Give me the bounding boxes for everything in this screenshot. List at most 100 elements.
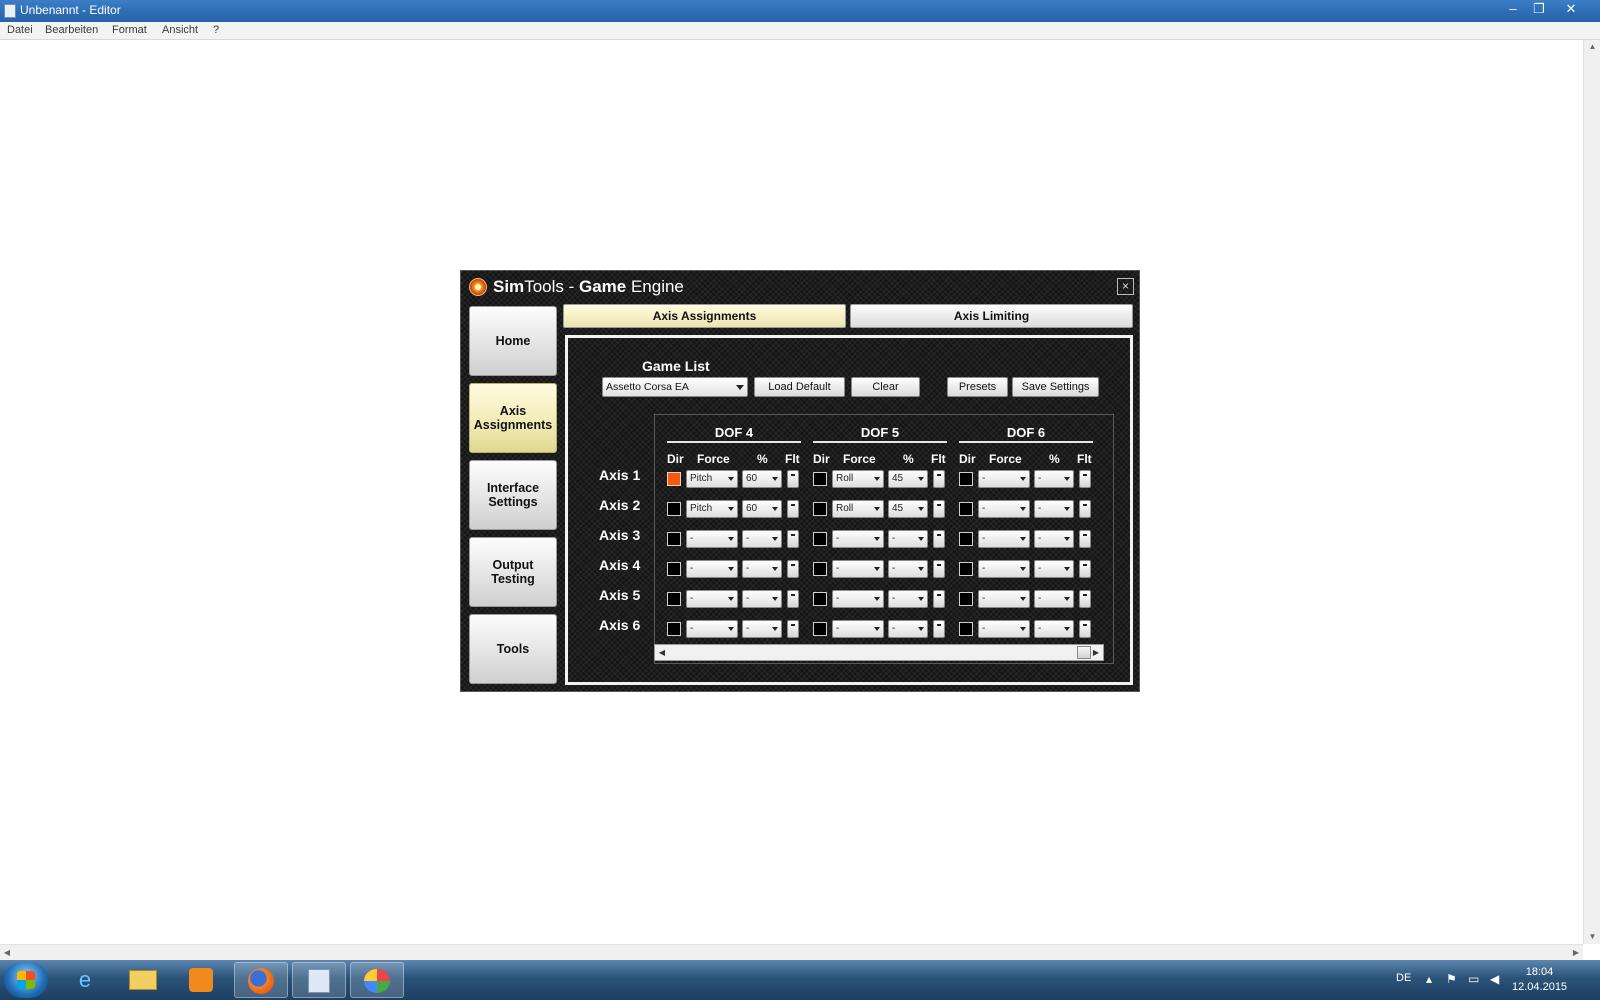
volume-icon[interactable]: ◀ — [1490, 972, 1499, 986]
force-select[interactable]: - — [686, 530, 738, 548]
force-select[interactable]: - — [978, 500, 1030, 518]
dir-checkbox[interactable] — [959, 472, 973, 486]
dir-checkbox[interactable] — [813, 562, 827, 576]
filter-button[interactable] — [933, 500, 945, 518]
percent-select[interactable]: - — [1034, 530, 1074, 548]
dir-checkbox[interactable] — [667, 622, 681, 636]
percent-select[interactable]: - — [742, 620, 782, 638]
force-select[interactable]: - — [978, 470, 1030, 488]
percent-select[interactable]: - — [888, 590, 928, 608]
menu-format[interactable]: Format — [112, 24, 147, 36]
firefox-icon[interactable] — [234, 962, 288, 998]
force-select[interactable]: Roll — [832, 470, 884, 488]
force-select[interactable]: - — [686, 590, 738, 608]
filter-button[interactable] — [787, 500, 799, 518]
tab-axis-assignments[interactable]: Axis Assignments — [563, 304, 846, 328]
simtools-close-button[interactable]: × — [1117, 278, 1134, 295]
dir-checkbox[interactable] — [959, 622, 973, 636]
filter-button[interactable] — [787, 620, 799, 638]
menu-view[interactable]: Ansicht — [162, 24, 198, 36]
percent-select[interactable]: - — [1034, 590, 1074, 608]
system-clock[interactable]: 18:04 12.04.2015 — [1512, 965, 1567, 995]
filter-button[interactable] — [933, 620, 945, 638]
filter-button[interactable] — [1079, 590, 1091, 608]
filter-button[interactable] — [787, 470, 799, 488]
scroll-right-icon[interactable]: ▶ — [1569, 945, 1583, 961]
force-select[interactable]: - — [686, 620, 738, 638]
force-select[interactable]: - — [832, 620, 884, 638]
clear-button[interactable]: Clear — [851, 377, 920, 397]
filter-button[interactable] — [1079, 620, 1091, 638]
paint-icon[interactable] — [350, 962, 404, 998]
action-center-flag-icon[interactable]: ⚑ — [1446, 972, 1457, 986]
dir-checkbox[interactable] — [667, 502, 681, 516]
filter-button[interactable] — [1079, 500, 1091, 518]
percent-select[interactable]: - — [1034, 620, 1074, 638]
save-settings-button[interactable]: Save Settings — [1012, 377, 1099, 397]
percent-select[interactable]: 60 — [742, 470, 782, 488]
force-select[interactable]: - — [978, 590, 1030, 608]
load-default-button[interactable]: Load Default — [754, 377, 845, 397]
scroll-right-icon[interactable]: ▶ — [1089, 645, 1103, 660]
nav-interface-settings[interactable]: Interface Settings — [469, 460, 557, 530]
menu-edit[interactable]: Bearbeiten — [45, 24, 98, 36]
minimize-button[interactable]: – — [1500, 0, 1526, 18]
force-select[interactable]: - — [832, 590, 884, 608]
percent-select[interactable]: - — [888, 560, 928, 578]
filter-button[interactable] — [1079, 530, 1091, 548]
force-select[interactable]: - — [832, 560, 884, 578]
tab-axis-limiting[interactable]: Axis Limiting — [850, 304, 1133, 328]
force-select[interactable]: - — [978, 620, 1030, 638]
game-list-select[interactable]: Assetto Corsa EA — [602, 377, 748, 397]
language-indicator[interactable]: DE — [1396, 972, 1411, 984]
dir-checkbox[interactable] — [667, 532, 681, 546]
menu-file[interactable]: Datei — [7, 24, 33, 36]
dir-checkbox[interactable] — [667, 472, 681, 486]
notepad-icon[interactable] — [292, 962, 346, 998]
filter-button[interactable] — [933, 560, 945, 578]
file-explorer-icon[interactable] — [116, 962, 170, 998]
percent-select[interactable]: 45 — [888, 500, 928, 518]
dir-checkbox[interactable] — [813, 592, 827, 606]
percent-select[interactable]: 60 — [742, 500, 782, 518]
tray-expand-icon[interactable]: ▴ — [1426, 972, 1432, 986]
dir-checkbox[interactable] — [959, 562, 973, 576]
percent-select[interactable]: - — [1034, 470, 1074, 488]
force-select[interactable]: - — [978, 530, 1030, 548]
percent-select[interactable]: - — [1034, 560, 1074, 578]
filter-button[interactable] — [787, 590, 799, 608]
force-select[interactable]: Roll — [832, 500, 884, 518]
scroll-left-icon[interactable]: ◀ — [0, 945, 14, 961]
network-icon[interactable]: ▭ — [1468, 972, 1479, 986]
dir-checkbox[interactable] — [813, 622, 827, 636]
filter-button[interactable] — [933, 590, 945, 608]
vertical-scrollbar[interactable]: ▲ ▼ — [1583, 40, 1600, 944]
nav-output-testing[interactable]: Output Testing — [469, 537, 557, 607]
internet-explorer-icon[interactable]: e — [58, 962, 112, 998]
filter-button[interactable] — [1079, 470, 1091, 488]
nav-home[interactable]: Home — [469, 306, 557, 376]
dir-checkbox[interactable] — [959, 592, 973, 606]
nav-tools[interactable]: Tools — [469, 614, 557, 684]
dir-checkbox[interactable] — [667, 592, 681, 606]
percent-select[interactable]: - — [888, 620, 928, 638]
nav-axis-assignments[interactable]: Axis Assignments — [469, 383, 557, 453]
percent-select[interactable]: - — [742, 530, 782, 548]
force-select[interactable]: Pitch — [686, 470, 738, 488]
presets-button[interactable]: Presets — [947, 377, 1008, 397]
dir-checkbox[interactable] — [813, 472, 827, 486]
dir-checkbox[interactable] — [959, 502, 973, 516]
menu-help[interactable]: ? — [213, 24, 219, 36]
scroll-down-icon[interactable]: ▼ — [1584, 930, 1600, 944]
percent-select[interactable]: - — [888, 530, 928, 548]
scroll-up-icon[interactable]: ▲ — [1584, 40, 1600, 54]
horizontal-scrollbar[interactable]: ◀ ▶ — [0, 944, 1583, 960]
filter-button[interactable] — [787, 530, 799, 548]
percent-select[interactable]: - — [742, 560, 782, 578]
start-button[interactable] — [4, 962, 48, 998]
force-select[interactable]: Pitch — [686, 500, 738, 518]
filter-button[interactable] — [933, 470, 945, 488]
axis-grid-scrollbar[interactable]: ◀ ▶ — [654, 644, 1104, 661]
dir-checkbox[interactable] — [959, 532, 973, 546]
scroll-left-icon[interactable]: ◀ — [655, 645, 669, 660]
